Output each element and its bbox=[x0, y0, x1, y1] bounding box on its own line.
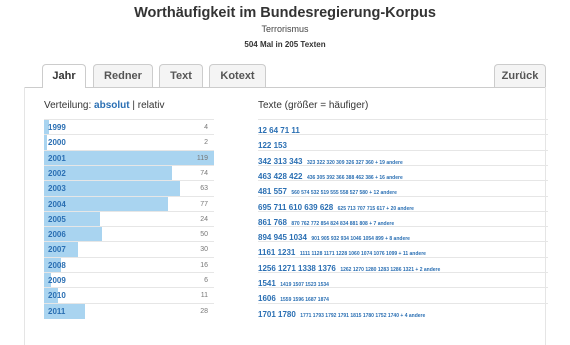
text-ids-row: 1541 1419 1507 1523 1534 bbox=[258, 272, 548, 288]
year-row[interactable]: 2010 11 bbox=[44, 287, 214, 304]
year-label[interactable]: 2005 bbox=[48, 213, 66, 226]
text-ids-row: 894 945 1034 901 905 932 934 1046 1054 8… bbox=[258, 226, 548, 242]
search-term: Terrorismus bbox=[261, 24, 309, 34]
year-label[interactable]: 2009 bbox=[48, 274, 66, 287]
text-ids-minor[interactable]: 1771 1793 1792 1791 1815 1780 1752 1740 … bbox=[300, 313, 425, 319]
year-count: 50 bbox=[200, 231, 208, 239]
text-ids-row: 861 768 870 762 772 854 824 834 881 808 … bbox=[258, 210, 548, 227]
year-label[interactable]: 2002 bbox=[48, 167, 66, 180]
tab-jahr[interactable]: Jahr bbox=[42, 64, 86, 88]
year-count: 6 bbox=[204, 277, 208, 284]
tab-bar: Jahr Redner Text Kotext Zurück bbox=[24, 64, 546, 88]
tab-text[interactable]: Text bbox=[159, 64, 203, 87]
tab-kotext[interactable]: Kotext bbox=[209, 64, 266, 87]
frequency-bar bbox=[44, 150, 214, 166]
year-count: 63 bbox=[200, 185, 208, 193]
year-count: 4 bbox=[204, 124, 208, 131]
year-row[interactable]: 1999 4 bbox=[44, 119, 214, 135]
year-label[interactable]: 2007 bbox=[48, 243, 66, 256]
year-label[interactable]: 2003 bbox=[48, 182, 66, 195]
year-row[interactable]: 2004 77 bbox=[44, 195, 214, 212]
year-count: 24 bbox=[200, 215, 208, 223]
year-row[interactable]: 2005 24 bbox=[44, 210, 214, 227]
text-ids-row: 1161 1231 1111 1128 1171 1228 1060 1074 … bbox=[258, 241, 548, 257]
year-label[interactable]: 2010 bbox=[48, 289, 66, 302]
toggle-separator: | bbox=[132, 100, 135, 111]
tab-redner[interactable]: Redner bbox=[93, 64, 153, 87]
year-row[interactable]: 2011 28 bbox=[44, 302, 214, 319]
text-ids-row: 481 557 560 574 532 519 555 558 527 580 … bbox=[258, 180, 548, 196]
text-ids-major[interactable]: 1701 1780 bbox=[258, 310, 296, 319]
text-ids-row: 122 153 bbox=[258, 134, 548, 150]
year-count: 16 bbox=[200, 261, 208, 269]
year-label[interactable]: 2008 bbox=[48, 259, 66, 272]
year-label[interactable]: 2004 bbox=[48, 198, 66, 211]
distribution-header: Verteilung: absolut | relativ bbox=[44, 100, 164, 111]
year-row[interactable]: 2008 16 bbox=[44, 256, 214, 273]
year-count: 28 bbox=[200, 307, 208, 315]
back-button[interactable]: Zurück bbox=[494, 64, 546, 87]
text-ids-row: 1256 1271 1338 1376 1262 1270 1280 1283 … bbox=[258, 256, 548, 273]
occurrence-count: 504 Mal in 205 Texten bbox=[244, 40, 326, 49]
text-ids-row: 695 711 610 639 628 625 713 707 715 617 … bbox=[258, 195, 548, 212]
year-row[interactable]: 2001 119 bbox=[44, 149, 214, 166]
text-ids-row: 1701 1780 1771 1793 1792 1791 1815 1780 … bbox=[258, 302, 548, 319]
year-label[interactable]: 2011 bbox=[48, 305, 65, 318]
year-count: 74 bbox=[200, 169, 208, 177]
text-ids-row: 1606 1559 1596 1687 1874 bbox=[258, 287, 548, 303]
texts-header: Texte (größer = häufiger) bbox=[258, 100, 369, 111]
year-label[interactable]: 2001 bbox=[48, 152, 66, 165]
frequency-bar bbox=[44, 135, 47, 151]
year-row[interactable]: 2003 63 bbox=[44, 180, 214, 197]
year-row[interactable]: 2007 30 bbox=[44, 241, 214, 258]
text-ids-row: 12 64 71 11 bbox=[258, 119, 548, 135]
year-count: 77 bbox=[200, 200, 208, 208]
year-row[interactable]: 2006 50 bbox=[44, 226, 214, 243]
year-row[interactable]: 2009 6 bbox=[44, 272, 214, 288]
year-label[interactable]: 2006 bbox=[48, 228, 66, 241]
absolute-toggle[interactable]: absolut bbox=[94, 100, 130, 111]
year-count: 11 bbox=[200, 292, 208, 300]
year-label[interactable]: 1999 bbox=[48, 121, 66, 134]
distribution-label: Verteilung: bbox=[44, 100, 92, 111]
year-count: 2 bbox=[204, 139, 208, 147]
year-label[interactable]: 2000 bbox=[48, 136, 66, 149]
text-ids-row: 463 428 422 436 305 392 366 388 462 386 … bbox=[258, 164, 548, 181]
text-ids-row: 342 313 343 323 322 320 309 326 327 360 … bbox=[258, 149, 548, 166]
year-row[interactable]: 2002 74 bbox=[44, 164, 214, 181]
year-count: 30 bbox=[200, 246, 208, 254]
page-title: Worthäufigkeit im Bundesregierung-Korpus bbox=[134, 5, 436, 21]
relative-toggle[interactable]: relativ bbox=[138, 100, 165, 111]
year-count: 119 bbox=[196, 154, 208, 162]
year-row[interactable]: 2000 2 bbox=[44, 134, 214, 151]
